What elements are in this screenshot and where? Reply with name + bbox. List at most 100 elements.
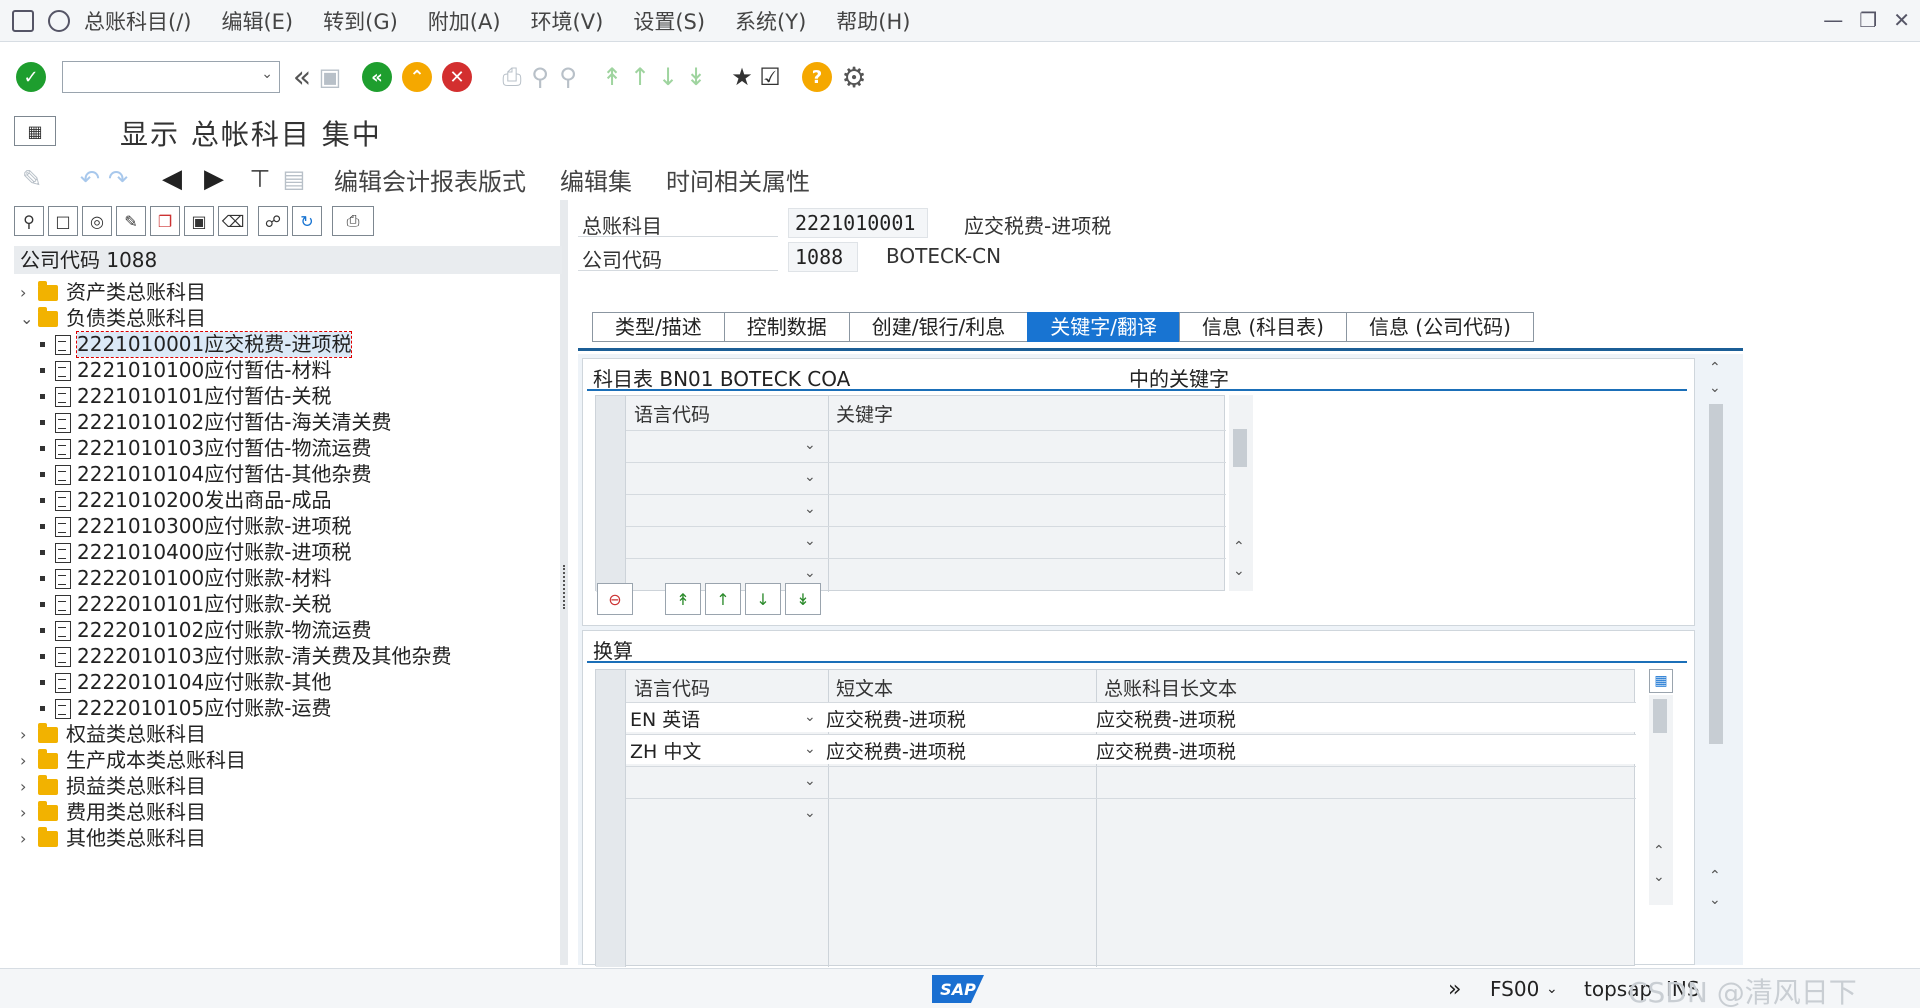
time-dependent-attr-button[interactable]: 时间相关属性 (666, 162, 810, 197)
gl-account-field[interactable]: 2221010001 (788, 208, 928, 238)
display-icon[interactable]: ◎ (82, 206, 112, 236)
chevron-down-icon[interactable]: ⌄ (804, 437, 816, 453)
tab-type-description[interactable]: 类型/描述 (592, 312, 724, 342)
next-account-icon[interactable]: ▶ (204, 164, 224, 194)
tree-account-item[interactable]: 2221010400应付账款-进项税 (40, 540, 351, 565)
tree-folder[interactable]: › 其他类总账科目 (20, 826, 206, 851)
print-menu-icon[interactable]: ⎙ (332, 206, 374, 236)
edit-fs-layout-button[interactable]: 编辑会计报表版式 (334, 162, 526, 197)
edit-set-button[interactable]: 编辑集 (560, 162, 632, 197)
tree-account-item[interactable]: 2222010101应付账款-关税 (40, 592, 331, 617)
content-scrollbar[interactable]: ⌃ ⌄ ⌃ ⌄ (1703, 358, 1729, 918)
print-icon[interactable]: ⎙ (498, 62, 526, 92)
command-field[interactable]: ⌄ (62, 61, 280, 93)
tree-account-item[interactable]: 2221010200发出商品-成品 (40, 488, 331, 513)
table-row[interactable]: ⌄ (626, 462, 1226, 492)
undo-icon[interactable]: ↶ (76, 164, 104, 194)
next-entry-icon[interactable]: ↓ (745, 583, 781, 615)
scroll-thumb[interactable] (1653, 699, 1667, 733)
chevron-down-icon[interactable]: ⌄ (804, 805, 816, 821)
cancel-icon[interactable]: ✕ (442, 62, 472, 92)
chevron-right-icon[interactable]: › (20, 826, 38, 851)
tree-account-item[interactable]: 2222010105应付账款-运费 (40, 696, 331, 721)
tab-control-data[interactable]: 控制数据 (723, 312, 849, 342)
last-page-icon[interactable]: ↡ (682, 62, 710, 92)
document-icon[interactable]: ▤ (280, 164, 308, 194)
table-settings-icon[interactable]: ▦ (1649, 669, 1673, 693)
tab-keyword-translation[interactable]: 关键字/翻译 (1027, 312, 1179, 342)
chevron-down-icon[interactable]: ⌄ (261, 66, 273, 82)
other-object-icon[interactable]: ✎ (18, 164, 46, 194)
chevron-down-icon[interactable]: ⌄ (804, 741, 816, 757)
table-row[interactable]: ⌄ (626, 526, 1226, 556)
tab-create-bank-interest[interactable]: 创建/银行/利息 (848, 312, 1028, 342)
system-menu-icon[interactable] (12, 9, 34, 32)
tab-info-company-code[interactable]: 信息 (公司代码) (1345, 312, 1534, 342)
chevron-down-icon[interactable]: ⌄ (804, 469, 816, 485)
tree-account-item[interactable]: 2222010102应付账款-物流运费 (40, 618, 371, 643)
tree-folder[interactable]: ⌄ 负债类总账科目 (20, 306, 206, 331)
keywords-scrollbar[interactable]: ⌃ ⌄ (1229, 395, 1253, 591)
scroll-up-icon[interactable]: ⌃ (1233, 539, 1245, 555)
create-session-icon[interactable]: ★ (728, 62, 756, 92)
settings-gear-icon[interactable]: ⚙ (840, 61, 868, 94)
scroll-thumb[interactable] (1233, 429, 1247, 467)
tree-folder[interactable]: › 损益类总账科目 (20, 774, 206, 799)
new-document-icon[interactable]: □ (48, 206, 78, 236)
menu-settings[interactable]: 设置(S) (633, 6, 705, 36)
tree-account-item[interactable]: 2221010104应付暂估-其他杂费 (40, 462, 371, 487)
tree-account-item[interactable]: 2222010104应付账款-其他 (40, 670, 331, 695)
tree-account-item[interactable]: 2221010100应付暂估-材料 (40, 358, 331, 383)
next-page-icon[interactable]: ↓ (654, 62, 682, 92)
tree-folder[interactable]: › 资产类总账科目 (20, 280, 206, 305)
save-icon[interactable]: ▣ (316, 62, 344, 92)
chevron-down-icon[interactable]: ⌄ (20, 306, 38, 331)
scroll-up-icon[interactable]: ⌃ (1709, 868, 1721, 884)
previous-entry-icon[interactable]: ↑ (705, 583, 741, 615)
table-row[interactable]: ⌄ (626, 798, 1636, 828)
find-icon[interactable]: ⚲ (526, 62, 554, 92)
chevron-down-icon[interactable]: ⌄ (804, 501, 816, 517)
chevron-down-icon[interactable]: ⌄ (804, 533, 816, 549)
translation-scrollbar[interactable]: ⌃ ⌄ (1649, 695, 1673, 905)
lock-icon[interactable]: ▣ (184, 206, 214, 236)
table-row[interactable]: EN 英语 应交税费-进项税 应交税费-进项税 ⌄ (626, 702, 1636, 732)
tab-info-coa[interactable]: 信息 (科目表) (1178, 312, 1346, 342)
chevron-down-icon[interactable]: ⌄ (804, 709, 816, 725)
delete-row-icon[interactable]: ⊖ (597, 583, 633, 615)
redo-icon[interactable]: ↷ (104, 164, 132, 194)
scroll-down-icon[interactable]: ⌄ (1653, 869, 1665, 885)
previous-account-icon[interactable]: ◀ (162, 164, 182, 194)
copy-icon[interactable]: ❐ (150, 206, 180, 236)
exit-icon[interactable]: ⌃ (402, 62, 432, 92)
company-code-field[interactable]: 1088 (788, 242, 858, 272)
hierarchy-icon[interactable]: ⊤ (246, 164, 274, 194)
chevron-down-icon[interactable]: ⌄ (804, 773, 816, 789)
tree-account-item[interactable]: 2221010300应付账款-进项税 (40, 514, 351, 539)
menu-goto[interactable]: 转到(G) (323, 6, 398, 36)
menu-environment[interactable]: 环境(V) (531, 6, 604, 36)
scroll-down-icon[interactable]: ⌄ (1233, 563, 1245, 579)
tree-account-item[interactable]: 2222010103应付账款-清关费及其他杂费 (40, 644, 451, 669)
table-row[interactable]: ZH 中文 应交税费-进项税 应交税费-进项税 ⌄ (626, 734, 1636, 764)
table-row[interactable]: ⌄ (626, 494, 1226, 524)
menu-help[interactable]: 帮助(H) (836, 6, 910, 36)
chevron-right-icon[interactable]: › (20, 722, 38, 747)
chevron-right-icon[interactable]: › (20, 748, 38, 773)
back-icon[interactable]: « (362, 62, 392, 92)
close-window-icon[interactable]: ✕ (1893, 8, 1910, 32)
refresh-icon[interactable]: ↻ (292, 206, 322, 236)
chevron-right-icon[interactable]: › (20, 774, 38, 799)
scroll-down-icon[interactable]: ⌄ (1709, 892, 1721, 908)
first-page-icon[interactable]: ↟ (598, 62, 626, 92)
binoculars-icon[interactable]: ⚲ (14, 206, 44, 236)
where-used-icon[interactable]: ☍ (258, 206, 288, 236)
help-icon[interactable]: ? (802, 62, 832, 92)
chevron-down-icon[interactable]: ⌄ (1546, 981, 1558, 997)
tree-account-item[interactable]: 2222010100应付账款-材料 (40, 566, 331, 591)
table-row[interactable]: ⌄ (626, 766, 1636, 796)
previous-page-icon[interactable]: ↑ (626, 62, 654, 92)
tree-folder[interactable]: › 费用类总账科目 (20, 800, 206, 825)
scroll-down-icon[interactable]: ⌄ (1709, 380, 1721, 396)
table-row[interactable]: ⌄ (626, 430, 1226, 460)
